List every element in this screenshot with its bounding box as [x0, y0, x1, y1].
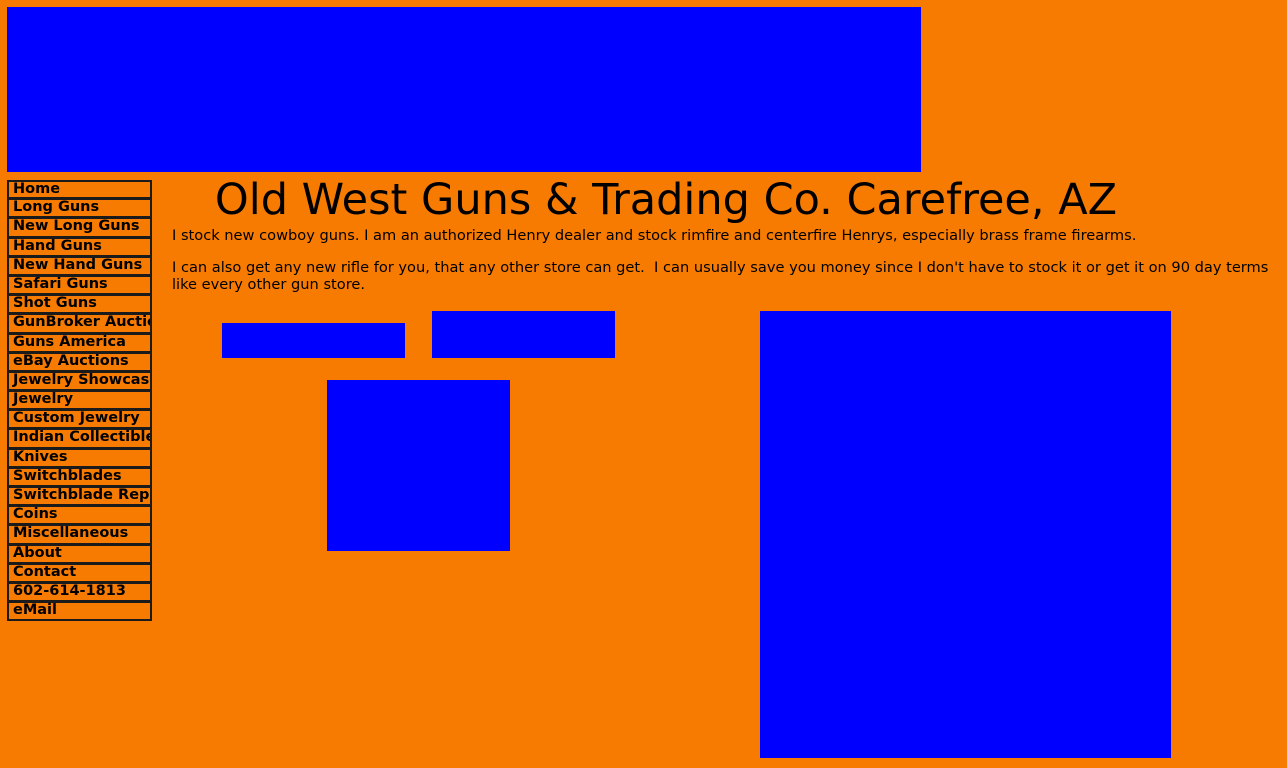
nav-item-coins[interactable]: Coins [7, 506, 152, 526]
nav-item-switchblade-repair[interactable]: Switchblade Repair [7, 487, 152, 507]
nav-item-hand-guns[interactable]: Hand Guns [7, 237, 152, 257]
nav-item-shot-guns[interactable]: Shot Guns [7, 295, 152, 315]
nav-item-gunbroker-auctions[interactable]: GunBroker Auctions [7, 314, 152, 334]
sidebar-nav: Home Long Guns New Long Guns Hand Guns N… [7, 180, 152, 622]
nav-item-switchblades[interactable]: Switchblades [7, 467, 152, 487]
nav-item-indian-collectibles[interactable]: Indian Collectibles [7, 429, 152, 449]
nav-item-jewelry-showcase[interactable]: Jewelry Showcase [7, 371, 152, 392]
nav-item-custom-jewelry[interactable]: Custom Jewelry [7, 410, 152, 430]
nav-item-ebay-auctions[interactable]: eBay Auctions [7, 352, 152, 372]
nav-item-about[interactable]: About [7, 544, 152, 564]
nav-item-jewelry[interactable]: Jewelry [7, 391, 152, 411]
product-image-medium[interactable] [327, 380, 510, 551]
nav-item-safari-guns[interactable]: Safari Guns [7, 275, 152, 296]
product-image-small-right[interactable] [432, 311, 615, 358]
nav-item-home[interactable]: Home [7, 180, 152, 200]
header-banner-image [7, 7, 921, 172]
nav-item-new-hand-guns[interactable]: New Hand Guns [7, 256, 152, 276]
product-image-small-left[interactable] [222, 323, 405, 358]
nav-item-miscellaneous[interactable]: Miscellaneous [7, 525, 152, 545]
nav-item-phone[interactable]: 602-614-1813 [7, 582, 152, 603]
nav-item-guns-america[interactable]: Guns America [7, 333, 152, 353]
page-title: Old West Guns & Trading Co. Carefree, AZ [214, 175, 1118, 225]
nav-item-new-long-guns[interactable]: New Long Guns [7, 218, 152, 238]
rifle-order-paragraph: I can also get any new rifle for you, th… [172, 259, 1274, 293]
nav-item-contact[interactable]: Contact [7, 563, 152, 583]
page: Home Long Guns New Long Guns Hand Guns N… [0, 0, 1287, 768]
intro-paragraph: I stock new cowboy guns. I am an authori… [172, 227, 1137, 244]
product-image-large[interactable] [760, 311, 1171, 758]
nav-item-email[interactable]: eMail [7, 602, 152, 622]
nav-item-knives[interactable]: Knives [7, 448, 152, 468]
nav-item-long-guns[interactable]: Long Guns [7, 199, 152, 219]
